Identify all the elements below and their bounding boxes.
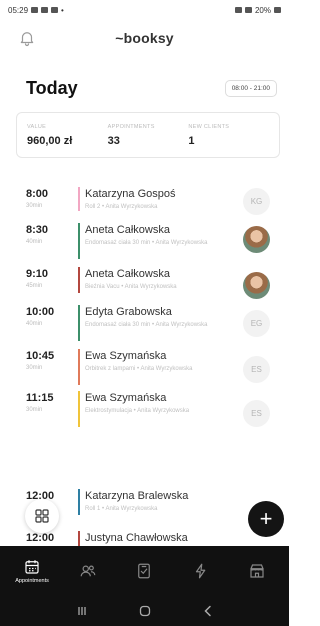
client-name: Aneta Całkowska [85,268,170,280]
stats-card: VALUE 960,00 zł APPOINTMENTS 33 NEW CLIE… [16,112,280,158]
recent-apps-icon[interactable] [75,604,89,618]
notification-icon [31,7,39,13]
page-title: Today [26,77,78,98]
nav-label: Appointments [15,578,49,584]
message-icon [41,7,49,13]
working-hours-badge[interactable]: 08:00 - 21:00 [224,79,277,97]
boost-icon [195,563,206,579]
signal-icon [244,7,252,13]
client-name: Ewa Szymańska [85,350,167,362]
client-name: Katarzyna Bralewska [85,490,189,502]
clients-icon [80,565,96,577]
bell-icon[interactable] [18,29,36,47]
home-icon[interactable] [138,604,152,618]
nav-checkout[interactable] [120,562,168,580]
wifi-icon [234,7,242,13]
calendar-icon [25,560,39,574]
appointment-duration: 40min [26,321,43,327]
appointment-duration: 30min [26,365,43,371]
appointment-duration: 30min [26,407,43,413]
service-color-bar [78,305,80,341]
nav-boost[interactable] [177,562,225,580]
appointment-row[interactable]: 10:45 30min Ewa Szymańska Orbitrek z lampam… [0,346,289,386]
client-name: Ewa Szymańska [85,392,167,404]
service-color-bar [78,223,80,259]
client-avatar[interactable]: EG [243,310,270,337]
image-icon [51,7,59,13]
system-nav-bar [0,596,289,626]
appointment-duration: 30min [26,203,43,209]
client-avatar[interactable] [243,272,270,299]
appointment-duration: 45min [26,283,43,289]
battery-icon [274,7,281,13]
more-dot-icon: • [61,5,64,15]
nav-clients[interactable] [64,562,112,580]
service-color-bar [78,489,80,515]
client-avatar[interactable]: ES [243,400,270,427]
stat-label: NEW CLIENTS [188,123,230,130]
service-details: Elektrostymulacja • Anita Wyrzykowska [85,408,190,414]
stat-number: 960,00 zł [27,134,73,147]
service-details: Endomasaż ciała 30 min • Anita Wyrzykows… [85,322,208,328]
status-bar: 05:29 • 20% [0,0,289,20]
add-appointment-button[interactable]: + [248,501,284,537]
appointment-row[interactable]: 10:00 40min Edyta Grabowska Endomasaż ciała… [0,302,289,342]
appointment-time: 9:10 [26,268,49,280]
back-icon[interactable] [201,604,215,618]
stat-number: 1 [188,134,195,147]
appointment-time: 10:45 [26,350,55,362]
service-details: Endomasaż ciała 30 min • Anita Wyrzykows… [85,240,208,246]
today-row: Today 08:00 - 21:00 [0,74,289,102]
service-details: Bieźnia Vacu • Anita Wyrzykowska [85,284,177,290]
client-avatar[interactable]: ES [243,356,270,383]
client-avatar[interactable]: KG [243,188,270,215]
booksy-logo: ~booksy [115,30,174,46]
client-name: Justyna Chawłowska [85,532,188,544]
appointment-row[interactable]: 9:10 45min Aneta Całkowska Bieźnia Vacu • A… [0,264,289,304]
appointment-list: 8:00 30min Katarzyna Gospoś Roll 2 • Anita … [0,178,289,546]
status-time: 05:29 [8,5,29,15]
store-icon [250,564,264,578]
app-header: ~booksy [0,22,289,54]
appointment-row[interactable]: 8:00 30min Katarzyna Gospoś Roll 2 • Anita … [0,184,289,224]
service-color-bar [78,267,80,293]
stat-number: 33 [107,134,120,147]
appointment-row[interactable]: 8:30 40min Aneta Całkowska Endomasaż ciała … [0,220,289,260]
grid-view-icon [35,509,49,523]
appointment-row[interactable]: 11:15 30min Ewa Szymańska Elektrostymulacja… [0,388,289,428]
nav-appointments[interactable]: Appointments [8,558,56,584]
client-avatar[interactable] [243,226,270,253]
appointment-time: 8:30 [26,224,49,236]
client-name: Edyta Grabowska [85,306,172,318]
client-name: Aneta Całkowska [85,224,170,236]
service-color-bar [78,531,80,546]
appointment-time: 12:00 [26,532,55,544]
service-color-bar [78,391,80,427]
service-color-bar [78,349,80,385]
bottom-nav: Appointments [0,546,289,596]
stat-label: VALUE [27,123,47,130]
battery-level: 20% [254,5,271,15]
stat-label: APPOINTMENTS [107,123,155,130]
appointment-duration: 40min [26,239,43,245]
appointment-time: 8:00 [26,188,49,200]
stat-value: VALUE 960,00 zł [27,121,108,149]
nav-store[interactable] [233,562,281,580]
service-details: Roll 1 • Anita Wyrzykowska [85,506,158,512]
service-color-bar [78,187,80,211]
appointment-time: 10:00 [26,306,55,318]
stat-appointments: APPOINTMENTS 33 [108,121,189,149]
stat-new-clients: NEW CLIENTS 1 [188,121,269,149]
client-name: Katarzyna Gospoś [85,188,176,200]
calendar-view-toggle-button[interactable] [25,499,59,533]
service-details: Orbitrek z lampami • Anita Wyrzykowska [85,366,193,372]
checkout-icon [138,563,151,579]
appointment-time: 11:15 [26,392,54,404]
service-details: Roll 2 • Anita Wyrzykowska [85,204,158,210]
